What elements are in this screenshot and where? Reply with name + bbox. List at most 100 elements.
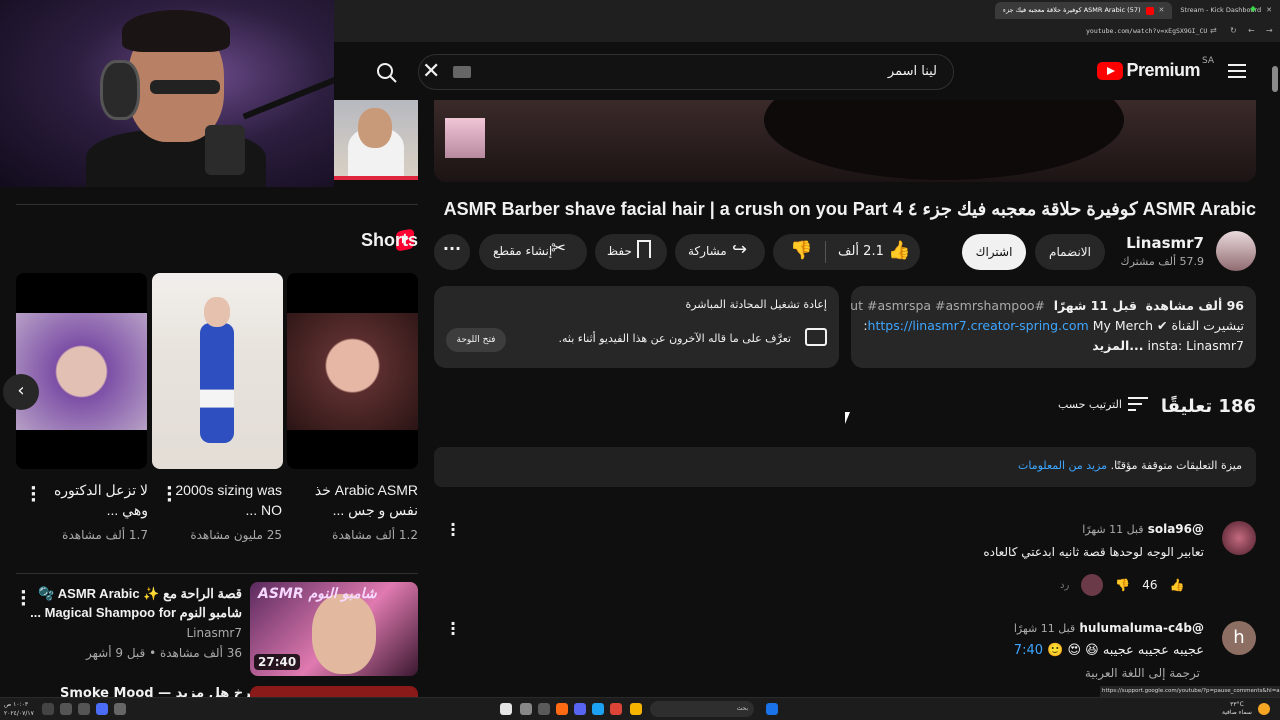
windows-taskbar: ١٠:٠٣ ص ٢٠٢٤/٠٧/١٧ بحث ٣٣°C سماء صافية (0, 697, 1280, 720)
file-explorer-icon[interactable] (630, 703, 642, 715)
comment-more-icon[interactable]: · · · (450, 616, 458, 642)
comment-author[interactable]: @hulumaluma-c4b قبل 11 شهرًا (1014, 621, 1204, 635)
page-scrollbar[interactable] (1272, 66, 1278, 92)
chrome-icon[interactable] (610, 703, 622, 715)
short-views: 1.2 ألف مشاهدة (332, 528, 418, 542)
short-title[interactable]: لا تزعل الدكتوره وهي ... (28, 480, 148, 520)
comment-author-name[interactable]: @hulumaluma-c4b (1079, 621, 1204, 635)
comment-text: عجيبه عجيبه عجيبه 😆 😍 🙂 7:40 (1014, 643, 1204, 658)
video-player[interactable] (434, 100, 1256, 182)
app-icon[interactable] (500, 703, 512, 715)
divider (16, 204, 418, 205)
search-input[interactable]: لينا اسمر (418, 54, 954, 90)
comment-author[interactable]: @sola96 قبل 11 شهرًا (1082, 522, 1204, 536)
reply-button[interactable]: رد (1060, 580, 1069, 591)
comment-time[interactable]: قبل 11 شهرًا (1014, 622, 1075, 635)
hamburger-menu-icon[interactable] (1228, 64, 1246, 82)
back-icon[interactable]: ← (1248, 26, 1255, 35)
translate-link[interactable]: ترجمة إلى اللغة العربية (1085, 666, 1200, 680)
sort-icon[interactable] (1128, 397, 1148, 415)
creator-heart-avatar (1081, 574, 1104, 596)
channel-avatar[interactable] (1216, 231, 1256, 271)
app-icon[interactable] (592, 703, 604, 715)
tray-icon[interactable] (114, 703, 126, 715)
show-more-button[interactable]: ...المزيد (1092, 338, 1143, 353)
like-icon[interactable]: 👍 (888, 240, 910, 261)
dislike-comment-icon[interactable]: 👎 (1115, 578, 1130, 592)
reload-icon[interactable]: ↻ (1230, 26, 1237, 35)
short-title[interactable]: Arabic ASMR خذ نفس و جس ... (298, 480, 418, 520)
share-label[interactable]: مشاركة (688, 244, 727, 258)
short-thumbnail (287, 313, 418, 430)
shorts-prev-button[interactable]: ‹ (3, 374, 39, 410)
comment-avatar[interactable]: h (1222, 621, 1256, 655)
volume-icon[interactable] (78, 703, 90, 715)
translate-icon[interactable]: ⇄ (1210, 26, 1217, 35)
clip-label[interactable]: إنشاء مقطع (493, 244, 552, 258)
address-bar[interactable]: youtube.com/watch?v=xEgSX9GI_CU ⇄ ↻ ← → (1000, 24, 1280, 40)
timestamp-link[interactable]: 7:40 (1014, 643, 1043, 658)
insta-line: insta: Linasmr7 ...المزيد (863, 336, 1244, 356)
clock-time: ١٠:٠٣ ص (4, 701, 29, 708)
taskbar-search[interactable]: بحث (650, 701, 754, 717)
bluetooth-icon[interactable] (96, 703, 108, 715)
recommended-channel[interactable]: Linasmr7 (187, 626, 243, 640)
recommended-video-title[interactable]: قصة الراحة مع ✨ ASMR Arabic 🫧 شامبو النو… (14, 584, 242, 622)
sort-button[interactable]: الترتيب حسب (1058, 398, 1122, 411)
comment-time[interactable]: قبل 11 شهرًا (1082, 523, 1143, 536)
windows-start-icon[interactable] (766, 703, 778, 715)
save-label[interactable]: حفظ (607, 244, 632, 258)
network-icon[interactable] (60, 703, 72, 715)
short-card[interactable] (152, 273, 283, 469)
description-box[interactable]: 96 ألف مشاهدة قبل 11 شهرًا #asmrhaircut … (851, 286, 1256, 368)
subscribe-button[interactable]: اشتراك (962, 234, 1026, 270)
tab-strip: ✕ Stream - Kick Dashboard ✕ (57) ASMR Ar… (994, 2, 1280, 20)
clock-date: ٢٠٢٤/٠٧/١٧ (4, 710, 34, 717)
divider (825, 241, 826, 263)
view-count: 96 ألف مشاهدة (1145, 298, 1244, 313)
share-icon[interactable]: ↪ (732, 239, 747, 260)
close-tab-icon[interactable]: ✕ (1159, 2, 1165, 19)
description-meta: 96 ألف مشاهدة قبل 11 شهرًا #asmrhaircut … (851, 296, 1244, 316)
hashtags[interactable]: #asmrhaircut #asmrspa #asmrshampoo (851, 298, 1045, 313)
app-icon[interactable] (556, 703, 568, 715)
player-overlay-thumbnail[interactable] (445, 118, 485, 158)
bookmark-icon[interactable] (637, 240, 651, 258)
open-panel-button[interactable]: فتح اللوحة (446, 328, 506, 352)
short-card[interactable] (16, 273, 147, 469)
keyboard-icon[interactable] (453, 66, 471, 78)
comment-avatar[interactable] (1222, 521, 1256, 555)
clear-search-icon[interactable]: ✕ (422, 59, 440, 84)
youtube-premium-logo[interactable]: Premium (1097, 60, 1200, 81)
recommended-thumbnail[interactable] (334, 100, 418, 180)
comment-like-count: 46 (1142, 578, 1158, 592)
short-card[interactable] (287, 273, 418, 469)
webcam-overlay (0, 0, 334, 187)
tab-youtube[interactable]: ✕ (57) ASMR Arabic كوفيرة حلاقة معجبه في… (994, 2, 1173, 19)
comment-author-name[interactable]: @sola96 (1148, 522, 1204, 536)
kick-extension-icon[interactable]: ◆ (1250, 4, 1256, 13)
forward-icon[interactable]: → (1266, 26, 1273, 35)
comment-actions: رد 👎 46 👍 (1060, 574, 1185, 596)
taskbar-clock[interactable]: ١٠:٠٣ ص ٢٠٢٤/٠٧/١٧ (4, 700, 34, 718)
dislike-icon[interactable]: 👎 (790, 240, 812, 261)
comment-more-icon[interactable]: · · · (450, 517, 458, 543)
learn-more-link[interactable]: مزيد من المعلومات (1018, 459, 1107, 472)
scissors-icon[interactable]: ✂ (551, 238, 566, 259)
search-button[interactable] (364, 54, 408, 90)
app-icon[interactable] (538, 703, 550, 715)
more-actions-button[interactable]: ··· (434, 234, 470, 270)
like-comment-icon[interactable]: 👍 (1170, 578, 1185, 592)
app-icon[interactable] (520, 703, 532, 715)
channel-name[interactable]: Linasmr7 (1126, 234, 1204, 252)
short-title[interactable]: 2000s sizing was NO ... (162, 480, 282, 520)
tab-kick[interactable]: ✕ Stream - Kick Dashboard (1172, 2, 1280, 19)
language-icon[interactable] (42, 703, 54, 715)
close-tab-icon[interactable]: ✕ (1266, 2, 1272, 19)
like-count[interactable]: 2.1 ألف (838, 244, 884, 259)
merch-link[interactable]: https://linasmr7.creator-spring.com (868, 318, 1089, 333)
weather-widget[interactable]: ٣٣°C سماء صافية (1222, 701, 1252, 717)
discord-icon[interactable] (574, 703, 586, 715)
thumbnail-face (358, 108, 392, 148)
join-button[interactable]: الانضمام (1035, 234, 1105, 270)
